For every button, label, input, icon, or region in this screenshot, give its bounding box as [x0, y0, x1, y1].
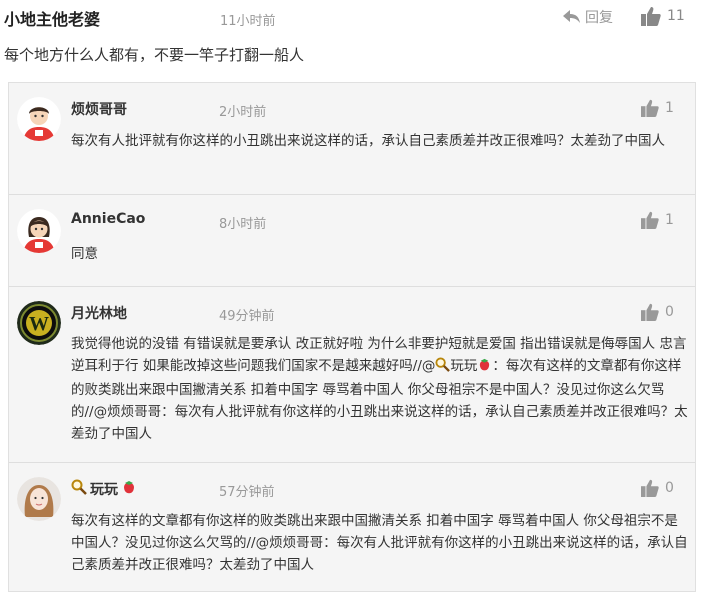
reply-arrow-icon: [563, 10, 580, 23]
like-button[interactable]: 1: [641, 211, 674, 229]
avatar[interactable]: W: [17, 301, 61, 345]
like-count: 11: [667, 8, 685, 24]
comment-time: 11小时前: [220, 14, 276, 29]
thumbs-up-icon: [641, 211, 659, 229]
avatar[interactable]: [17, 477, 61, 521]
thumbs-up-icon: [641, 479, 659, 497]
reply-text: 每次有这样的文章都有你这样的败类跳出来跟中国撇清关系 扣着中国字 辱骂着中国人 …: [71, 513, 688, 573]
magnifier-icon: [435, 357, 451, 379]
reply-author-name: 玩玩: [90, 482, 118, 498]
like-button[interactable]: 1: [641, 99, 674, 117]
reply-text: 我觉得他说的没错 有错误就是要承认 改正就好啦 为什么非要护短就是爱国 指出错误…: [71, 333, 689, 445]
reply-time: 8小时前: [219, 217, 267, 232]
like-count: 0: [665, 304, 674, 320]
thumbs-up-icon: [641, 303, 659, 321]
reply-text: 同意: [71, 246, 98, 262]
strawberry-icon: [477, 357, 492, 379]
like-button[interactable]: 0: [641, 303, 674, 321]
reply-time: 2小时前: [219, 105, 267, 120]
strawberry-icon: [121, 479, 137, 499]
avatar[interactable]: [17, 209, 61, 253]
reply-author[interactable]: 月光林地: [71, 303, 127, 323]
like-count: 0: [665, 480, 674, 496]
like-count: 1: [665, 100, 674, 116]
reply-item: 玩玩 57分钟前 0 每次有这样的文章都有你这样的败类跳出来跟中国撇清关系 扣着…: [9, 463, 695, 591]
magnifier-icon: [71, 479, 87, 499]
thumbs-up-icon: [641, 7, 661, 26]
reply-item: 烦烦哥哥 2小时前 1 每次有人批评就有你这样的小丑跳出来说这样的话，承认自己素…: [9, 83, 695, 195]
like-button[interactable]: 11: [641, 5, 685, 27]
reply-item: AnnieCao 8小时前 1 同意: [9, 195, 695, 287]
reply-author[interactable]: 烦烦哥哥: [71, 99, 127, 119]
svg-text:W: W: [29, 313, 49, 335]
like-count: 1: [665, 212, 674, 228]
reply-text: 每次有人批评就有你这样的小丑跳出来说这样的话，承认自己素质差并改正很难吗？太差劲…: [71, 133, 665, 149]
replies-panel: 烦烦哥哥 2小时前 1 每次有人批评就有你这样的小丑跳出来说这样的话，承认自己素…: [8, 82, 696, 592]
main-comment: 小地主他老婆 11小时前 回复 11 每个地方什么人都有，不要一竿子打翻一船人: [0, 0, 704, 78]
reply-label: 回复: [585, 10, 613, 26]
reply-item: W 月光林地 49分钟前 0 我觉得他说的没错 有错误就是要承认 改正就好啦 为…: [9, 287, 695, 463]
avatar[interactable]: [17, 97, 61, 141]
comment-content: 每个地方什么人都有，不要一竿子打翻一船人: [4, 46, 305, 64]
reply-author[interactable]: AnnieCao: [71, 211, 145, 227]
like-button[interactable]: 0: [641, 479, 674, 497]
reply-time: 57分钟前: [219, 485, 275, 500]
thumbs-up-icon: [641, 99, 659, 117]
reply-time: 49分钟前: [219, 309, 275, 324]
reply-author[interactable]: 玩玩: [71, 479, 137, 499]
reply-button[interactable]: 回复: [563, 6, 613, 28]
mention-link[interactable]: 玩玩: [450, 358, 477, 374]
comment-author[interactable]: 小地主他老婆: [4, 6, 100, 30]
